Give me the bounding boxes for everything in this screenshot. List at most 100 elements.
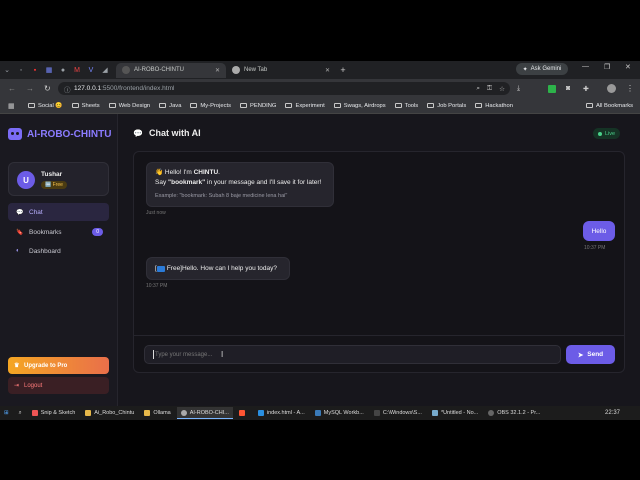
folder-icon <box>475 103 483 108</box>
tab-search-icon[interactable]: ⌄ <box>0 63 14 77</box>
taskbar-item-obs[interactable]: OBS 32.1.2 - Pr... <box>484 407 544 419</box>
forward-icon[interactable]: → <box>26 84 34 93</box>
logout-icon: ⇥ <box>14 383 20 389</box>
message-time: 10:37 PM <box>584 245 606 251</box>
bookmark-pending[interactable]: PENDING <box>240 103 276 109</box>
camera-icon[interactable]: ◙ <box>566 85 570 92</box>
pinned-tab-gmail-icon[interactable]: M <box>70 63 84 77</box>
close-tab-icon[interactable]: ✕ <box>215 67 220 74</box>
crown-icon: ♛ <box>14 363 20 369</box>
taskbar-label: AI-ROBO-CHI... <box>189 409 229 416</box>
pinned-tab-grid-icon[interactable]: ▦ <box>42 63 56 77</box>
bookmark-social[interactable]: Social 😊 <box>28 103 63 109</box>
restore-icon[interactable]: ❐ <box>604 63 610 71</box>
logout-button[interactable]: ⇥ Logout <box>8 377 109 394</box>
taskbar-item-snip[interactable]: Snip & Sketch <box>28 407 80 419</box>
ask-gemini-button[interactable]: ✦ Ask Gemini <box>516 63 568 75</box>
upgrade-button[interactable]: ♛ Upgrade to Pro <box>8 357 109 374</box>
notepad-icon <box>431 410 438 416</box>
globe-icon <box>122 66 130 74</box>
taskbar-item-notepad[interactable]: *Untitled - No... <box>428 407 482 419</box>
gemini-label: Ask Gemini <box>530 66 562 72</box>
taskbar-label: *Untitled - No... <box>440 410 479 416</box>
folder-icon <box>586 103 593 108</box>
bookmark-hackathon[interactable]: Hackathon <box>475 103 513 109</box>
folder-icon <box>159 103 167 108</box>
page-title-text: Chat with AI <box>148 128 201 138</box>
folder-icon <box>28 103 35 108</box>
bookmark-my-projects[interactable]: My-Projects <box>190 103 231 109</box>
app-viewport: AI-ROBO-CHINTU U Tushar 🆓 Free 💬 Chat 🔖 … <box>0 114 640 406</box>
folder-icon <box>190 103 198 108</box>
new-tab-plus-icon[interactable]: + <box>336 63 350 77</box>
tab-label: New Tab <box>244 67 268 73</box>
pinned-tab-v-icon[interactable]: V <box>84 63 98 77</box>
taskbar-item-vscode[interactable]: index.html - A... <box>254 407 309 419</box>
bookmark-job-portals[interactable]: Job Portals <box>427 103 466 109</box>
taskbar-item-folder[interactable]: Ai_Robo_Chintu <box>81 407 138 419</box>
bot-reply-message: [Free] Hello. How can I help you today? <box>146 257 290 280</box>
sidebar-item-label: Chat <box>29 208 43 216</box>
bookmark-tools[interactable]: Tools <box>394 103 418 109</box>
url-host: 127.0.0.1 <box>74 85 102 92</box>
minimize-icon[interactable]: — <box>582 63 589 70</box>
sidebar-item-label: Dashboard <box>29 247 61 255</box>
bookmark-swags[interactable]: Swags, Airdrops <box>333 103 386 109</box>
taskbar-label: C:\Windows\S... <box>382 410 422 416</box>
taskbar-clock: 22:37 <box>604 410 620 416</box>
avatar-icon[interactable] <box>607 84 616 93</box>
bookmark-sheets[interactable]: Sheets <box>71 103 100 109</box>
taskbar-item-brave[interactable] <box>235 407 252 419</box>
screen-letterbox-top <box>0 0 640 61</box>
menu-kebab-icon[interactable]: ⋮ <box>626 84 634 93</box>
folder-icon <box>144 410 151 416</box>
start-icon[interactable]: ⊞ <box>0 407 13 419</box>
message-input[interactable]: Type your message... I <box>144 345 561 364</box>
pinned-tab-chart-icon[interactable]: ◢ <box>98 63 112 77</box>
url-path: :5500/frontend/index.html <box>101 85 175 92</box>
bookmarks-bar: ▦ Social 😊 Sheets Web Design Java My-Pro… <box>0 98 640 114</box>
pinned-tab-icon[interactable]: ◦ <box>14 63 28 77</box>
site-info-icon[interactable]: ⓘ <box>64 84 71 94</box>
bookmark-java[interactable]: Java <box>159 103 181 109</box>
taskbar-item-cmd[interactable]: C:\Windows\S... <box>370 407 426 419</box>
close-tab-icon[interactable]: ✕ <box>325 67 330 74</box>
bookmark-experiment[interactable]: Experiment <box>285 103 325 109</box>
reload-icon[interactable]: ↻ <box>44 84 51 93</box>
pinned-tab-youtube-icon[interactable]: ▪ <box>28 63 42 77</box>
pinned-tab-github-icon[interactable]: ● <box>56 63 70 77</box>
reply-text: Hello. How can I help you today? <box>181 264 278 272</box>
bookmark-star-icon[interactable]: ☆ <box>499 85 505 93</box>
taskbar-item-ollama[interactable]: Ollama <box>140 407 174 419</box>
send-button[interactable]: ➤ Send <box>566 345 615 364</box>
taskbar-label: index.html - A... <box>266 410 305 416</box>
url-bar[interactable]: ⓘ 127.0.0.1:5500/frontend/index.html ⌕ ⚿… <box>58 82 510 95</box>
search-lens-icon[interactable]: ⌕ <box>476 85 480 93</box>
chrome-icon <box>180 409 187 416</box>
sidebar-item-dashboard[interactable]: ◐ Dashboard <box>8 242 109 260</box>
tab-ai-robo-chintu[interactable]: AI-ROBO-CHINTU ✕ <box>116 62 226 78</box>
ext-green-icon[interactable] <box>548 84 556 93</box>
close-window-icon[interactable]: ✕ <box>625 63 631 71</box>
password-key-icon[interactable]: ⚿ <box>487 85 492 93</box>
user-name: Tushar <box>41 171 63 178</box>
all-bookmarks[interactable]: All Bookmarks <box>586 103 633 109</box>
ibeam-cursor-icon: I <box>221 350 224 359</box>
taskbar-label: Ollama <box>153 410 171 416</box>
download-icon[interactable]: ⤓ <box>517 85 520 93</box>
taskbar-item-mysql[interactable]: MySQL Workb... <box>311 407 368 419</box>
avatar: U <box>17 171 35 189</box>
extensions-icon[interactable]: ✚ <box>583 85 589 93</box>
sidebar-item-chat[interactable]: 💬 Chat <box>8 203 109 221</box>
bookmark-label: PENDING <box>250 102 277 109</box>
taskbar-item-chrome[interactable]: AI-ROBO-CHI... <box>176 407 233 419</box>
user-message: Hello <box>583 221 615 241</box>
tab-new-tab[interactable]: New Tab ✕ <box>226 63 336 78</box>
apps-grid-icon[interactable]: ▦ <box>8 102 15 110</box>
bookmark-label: Web Design <box>118 102 151 109</box>
back-icon[interactable]: ← <box>8 84 16 93</box>
search-icon[interactable]: ⌕ <box>15 407 26 419</box>
status-badge: Live <box>593 128 621 139</box>
sidebar-item-bookmarks[interactable]: 🔖 Bookmarks 0 <box>8 223 109 241</box>
bookmark-web-design[interactable]: Web Design <box>108 102 151 109</box>
